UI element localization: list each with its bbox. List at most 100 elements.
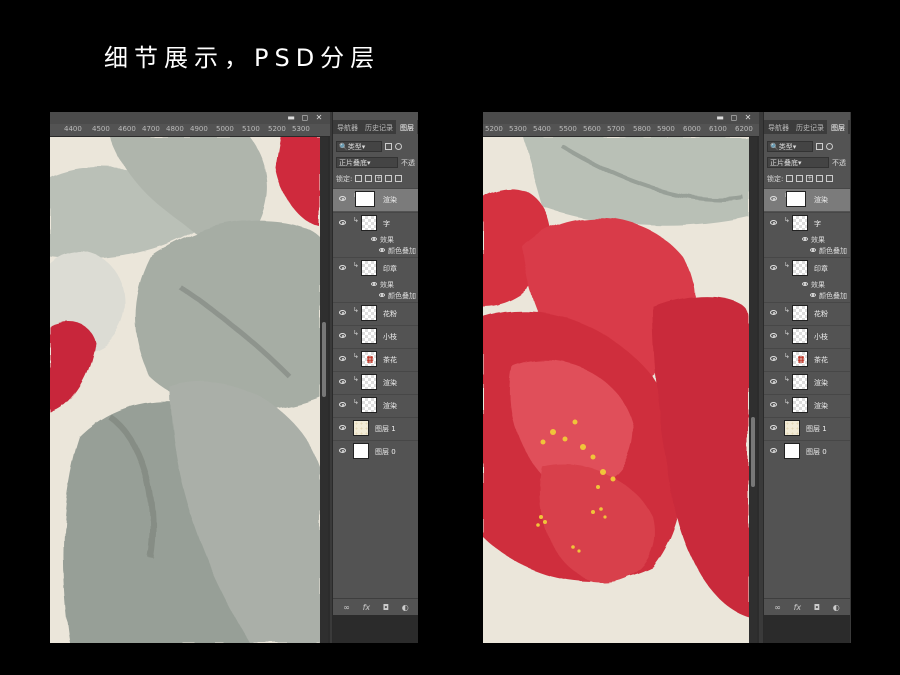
effect-eye-icon[interactable] — [802, 237, 808, 241]
effect-eye-icon[interactable] — [371, 282, 377, 286]
minimize-button[interactable]: ▬ — [284, 112, 298, 124]
effect-eye-icon[interactable] — [371, 237, 377, 241]
lock-all-icon[interactable] — [395, 175, 403, 182]
canvas-artwork[interactable] — [483, 137, 749, 643]
tab-navigator[interactable]: 导航器 — [764, 120, 792, 134]
visibility-eye-icon[interactable] — [339, 310, 346, 315]
visibility-eye-icon[interactable] — [339, 402, 346, 407]
visibility-eye-icon[interactable] — [339, 333, 346, 338]
lock-position-icon[interactable]: + — [806, 175, 814, 182]
layer-row[interactable]: ↳ 渲染 — [333, 394, 418, 417]
effect-eye-icon[interactable] — [379, 248, 385, 252]
layer-row[interactable]: 图层 0 — [333, 440, 418, 463]
fx-icon[interactable]: fx — [794, 603, 802, 612]
lock-image-icon[interactable] — [796, 175, 804, 182]
visibility-eye-icon[interactable] — [770, 196, 777, 201]
layer-row[interactable]: 图层 0 — [764, 440, 850, 463]
visibility-eye-icon[interactable] — [770, 310, 777, 315]
effect-eye-icon[interactable] — [810, 293, 816, 297]
layer-row[interactable]: ↳ 印章 — [764, 257, 850, 280]
vertical-scrollbar[interactable] — [320, 137, 328, 643]
effect-row[interactable]: 颜色叠加 — [333, 290, 418, 301]
tab-layers[interactable]: 图层 — [827, 120, 848, 134]
layer-row[interactable]: ↳ 印章 — [333, 257, 418, 280]
scroll-thumb[interactable] — [322, 322, 326, 397]
layer-row[interactable]: 图层 1 — [333, 417, 418, 440]
kind-filter-select[interactable]: 🔍 类型 ▾ — [336, 141, 382, 152]
image-filter-icon[interactable] — [816, 143, 823, 150]
visibility-eye-icon[interactable] — [770, 448, 777, 453]
close-button[interactable]: ✕ — [312, 112, 326, 124]
tab-layers[interactable]: 图层 — [396, 120, 417, 134]
effect-row[interactable]: 颜色叠加 — [764, 290, 850, 301]
close-button[interactable]: ✕ — [741, 112, 755, 124]
visibility-eye-icon[interactable] — [770, 265, 777, 270]
visibility-eye-icon[interactable] — [339, 265, 346, 270]
lock-transparent-icon[interactable] — [355, 175, 363, 182]
minimize-button[interactable]: ▬ — [713, 112, 727, 124]
lock-transparent-icon[interactable] — [786, 175, 794, 182]
visibility-eye-icon[interactable] — [770, 379, 777, 384]
effect-eye-icon[interactable] — [802, 282, 808, 286]
adjustment-icon[interactable]: ◐ — [402, 603, 409, 612]
kind-filter-select[interactable]: 🔍 类型 ▾ — [767, 141, 813, 152]
lock-image-icon[interactable] — [365, 175, 373, 182]
scroll-thumb[interactable] — [751, 417, 755, 487]
visibility-eye-icon[interactable] — [770, 402, 777, 407]
layer-row[interactable]: 图层 1 — [764, 417, 850, 440]
layer-row[interactable]: ↳ 茶花 — [764, 348, 850, 371]
layer-row[interactable]: ↳ 花粉 — [333, 302, 418, 325]
layer-row[interactable]: ↳ 渲染 — [764, 188, 850, 211]
fx-icon[interactable]: fx — [363, 603, 371, 612]
layer-row[interactable]: ↳ 渲染 — [764, 371, 850, 394]
lock-all-icon[interactable] — [826, 175, 834, 182]
visibility-eye-icon[interactable] — [339, 356, 346, 361]
layer-row[interactable]: ↳ 字 — [764, 212, 850, 235]
tab-history[interactable]: 历史记录 — [792, 120, 827, 134]
visibility-eye-icon[interactable] — [770, 425, 777, 430]
mask-icon[interactable]: ◘ — [814, 603, 820, 612]
canvas-artwork[interactable] — [50, 137, 320, 643]
link-icon[interactable]: ∞ — [774, 603, 781, 612]
layer-row[interactable]: ↳ 渲染 — [333, 371, 418, 394]
blend-mode-select[interactable]: 正片叠底 ▾ — [767, 157, 829, 168]
visibility-eye-icon[interactable] — [339, 425, 346, 430]
effect-row[interactable]: 颜色叠加 — [333, 245, 418, 256]
layer-row[interactable]: ↳ 渲染 — [333, 188, 418, 211]
visibility-eye-icon[interactable] — [770, 220, 777, 225]
effect-row[interactable]: 颜色叠加 — [764, 245, 850, 256]
visibility-eye-icon[interactable] — [339, 196, 346, 201]
maximize-button[interactable]: ◻ — [298, 112, 312, 124]
layer-row[interactable]: ↳ 小枝 — [764, 325, 850, 348]
link-icon[interactable]: ∞ — [343, 603, 350, 612]
visibility-eye-icon[interactable] — [770, 356, 777, 361]
effects-row[interactable]: 效果 — [333, 234, 418, 245]
effect-eye-icon[interactable] — [379, 293, 385, 297]
maximize-button[interactable]: ◻ — [727, 112, 741, 124]
layer-row[interactable]: ↳ 花粉 — [764, 302, 850, 325]
adjustment-filter-icon[interactable] — [826, 143, 833, 150]
effect-eye-icon[interactable] — [810, 248, 816, 252]
adjustment-icon[interactable]: ◐ — [833, 603, 840, 612]
lock-artboard-icon[interactable] — [816, 175, 824, 182]
image-filter-icon[interactable] — [385, 143, 392, 150]
vertical-scrollbar[interactable] — [749, 137, 757, 643]
adjustment-filter-icon[interactable] — [395, 143, 402, 150]
visibility-eye-icon[interactable] — [339, 448, 346, 453]
lock-artboard-icon[interactable] — [385, 175, 393, 182]
effects-row[interactable]: 效果 — [764, 279, 850, 290]
layer-row[interactable]: ↳ 渲染 — [764, 394, 850, 417]
blend-mode-select[interactable]: 正片叠底 ▾ — [336, 157, 398, 168]
tab-history[interactable]: 历史记录 — [361, 120, 396, 134]
visibility-eye-icon[interactable] — [770, 333, 777, 338]
effects-row[interactable]: 效果 — [333, 279, 418, 290]
layer-row[interactable]: ↳ 小枝 — [333, 325, 418, 348]
effects-row[interactable]: 效果 — [764, 234, 850, 245]
layer-row[interactable]: ↳ 字 — [333, 212, 418, 235]
lock-position-icon[interactable]: + — [375, 175, 383, 182]
mask-icon[interactable]: ◘ — [383, 603, 389, 612]
visibility-eye-icon[interactable] — [339, 379, 346, 384]
tab-navigator[interactable]: 导航器 — [333, 120, 361, 134]
layer-row[interactable]: ↳ 茶花 — [333, 348, 418, 371]
visibility-eye-icon[interactable] — [339, 220, 346, 225]
